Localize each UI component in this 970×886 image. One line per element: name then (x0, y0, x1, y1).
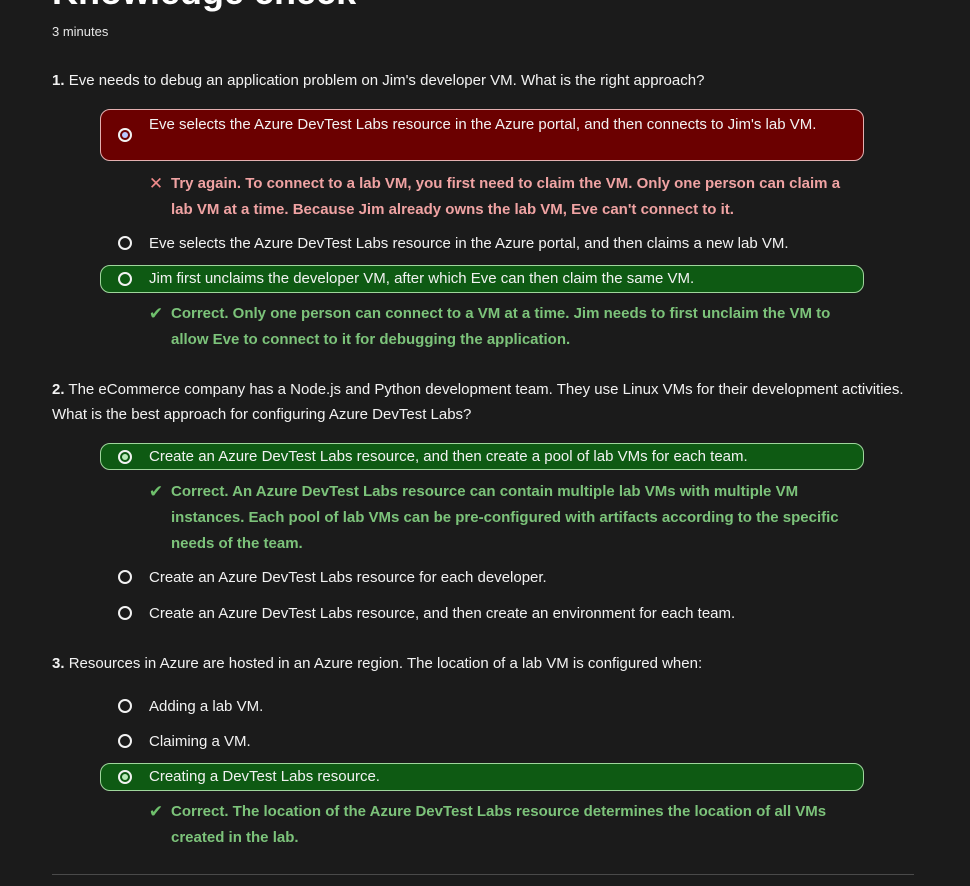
question-text: Eve needs to debug an application proble… (68, 72, 705, 89)
question-number: 2. (52, 381, 65, 398)
q3-choice-1[interactable]: Adding a lab VM. (100, 694, 864, 718)
question-1: 1. Eve needs to debug an application pro… (52, 68, 912, 93)
feedback-text: Correct. Only one person can connect to … (171, 305, 831, 348)
question-number: 1. (52, 72, 65, 89)
q1-feedback-incorrect: ✕ Try again. To connect to a lab VM, you… (147, 171, 859, 223)
choice-label: Create an Azure DevTest Labs resource fo… (149, 569, 547, 586)
choice-label: Create an Azure DevTest Labs resource, a… (149, 448, 748, 465)
question-number: 3. (52, 655, 65, 672)
radio-icon[interactable] (118, 272, 132, 286)
choice-label: Claiming a VM. (149, 733, 251, 750)
q2-choice-1[interactable]: Create an Azure DevTest Labs resource, a… (100, 443, 864, 470)
checkmark-icon: ✔ (148, 802, 164, 821)
q2-choice-2[interactable]: Create an Azure DevTest Labs resource fo… (100, 565, 864, 589)
choice-label: Jim first unclaims the developer VM, aft… (149, 270, 695, 287)
choice-label: Creating a DevTest Labs resource. (149, 768, 380, 785)
q3-choice-2[interactable]: Claiming a VM. (100, 729, 864, 753)
knowledge-check-page: Knowledge check 3 minutes 1. Eve needs t… (0, 0, 970, 886)
q1-choice-2[interactable]: Eve selects the Azure DevTest Labs resou… (100, 231, 864, 255)
radio-icon[interactable] (118, 734, 132, 748)
duration-label: 3 minutes (52, 24, 109, 39)
choice-label: Create an Azure DevTest Labs resource, a… (149, 605, 736, 622)
q2-feedback-correct: ✔ Correct. An Azure DevTest Labs resourc… (147, 479, 859, 557)
page-title: Knowledge check (52, 0, 356, 12)
q3-feedback-correct: ✔ Correct. The location of the Azure Dev… (147, 799, 859, 851)
question-3: 3. Resources in Azure are hosted in an A… (52, 651, 912, 676)
checkmark-icon: ✔ (148, 482, 164, 501)
question-text: Resources in Azure are hosted in an Azur… (68, 655, 703, 672)
section-divider (52, 874, 914, 875)
q3-choice-3[interactable]: Creating a DevTest Labs resource. (100, 763, 864, 791)
choice-label: Eve selects the Azure DevTest Labs resou… (149, 116, 817, 133)
q1-feedback-correct: ✔ Correct. Only one person can connect t… (147, 301, 859, 353)
radio-selected-icon[interactable] (118, 770, 132, 784)
radio-icon[interactable] (118, 236, 132, 250)
feedback-text: Correct. The location of the Azure DevTe… (171, 803, 827, 846)
choice-label: Eve selects the Azure DevTest Labs resou… (149, 235, 789, 252)
q1-choice-3[interactable]: Jim first unclaims the developer VM, aft… (100, 265, 864, 293)
choice-label: Adding a lab VM. (149, 698, 264, 715)
radio-icon[interactable] (118, 606, 132, 620)
close-icon: ✕ (148, 174, 164, 193)
question-2: 2. The eCommerce company has a Node.js a… (52, 377, 912, 427)
feedback-text: Correct. An Azure DevTest Labs resource … (171, 483, 839, 552)
radio-selected-icon[interactable] (118, 449, 132, 464)
question-text: The eCommerce company has a Node.js and … (52, 381, 904, 423)
checkmark-icon: ✔ (148, 304, 164, 323)
radio-selected-icon[interactable] (118, 128, 132, 142)
q1-choice-1[interactable]: Eve selects the Azure DevTest Labs resou… (100, 109, 864, 161)
q2-choice-3[interactable]: Create an Azure DevTest Labs resource, a… (100, 601, 864, 625)
radio-icon[interactable] (118, 699, 132, 713)
feedback-text: Try again. To connect to a lab VM, you f… (171, 175, 841, 218)
radio-icon[interactable] (118, 570, 132, 584)
